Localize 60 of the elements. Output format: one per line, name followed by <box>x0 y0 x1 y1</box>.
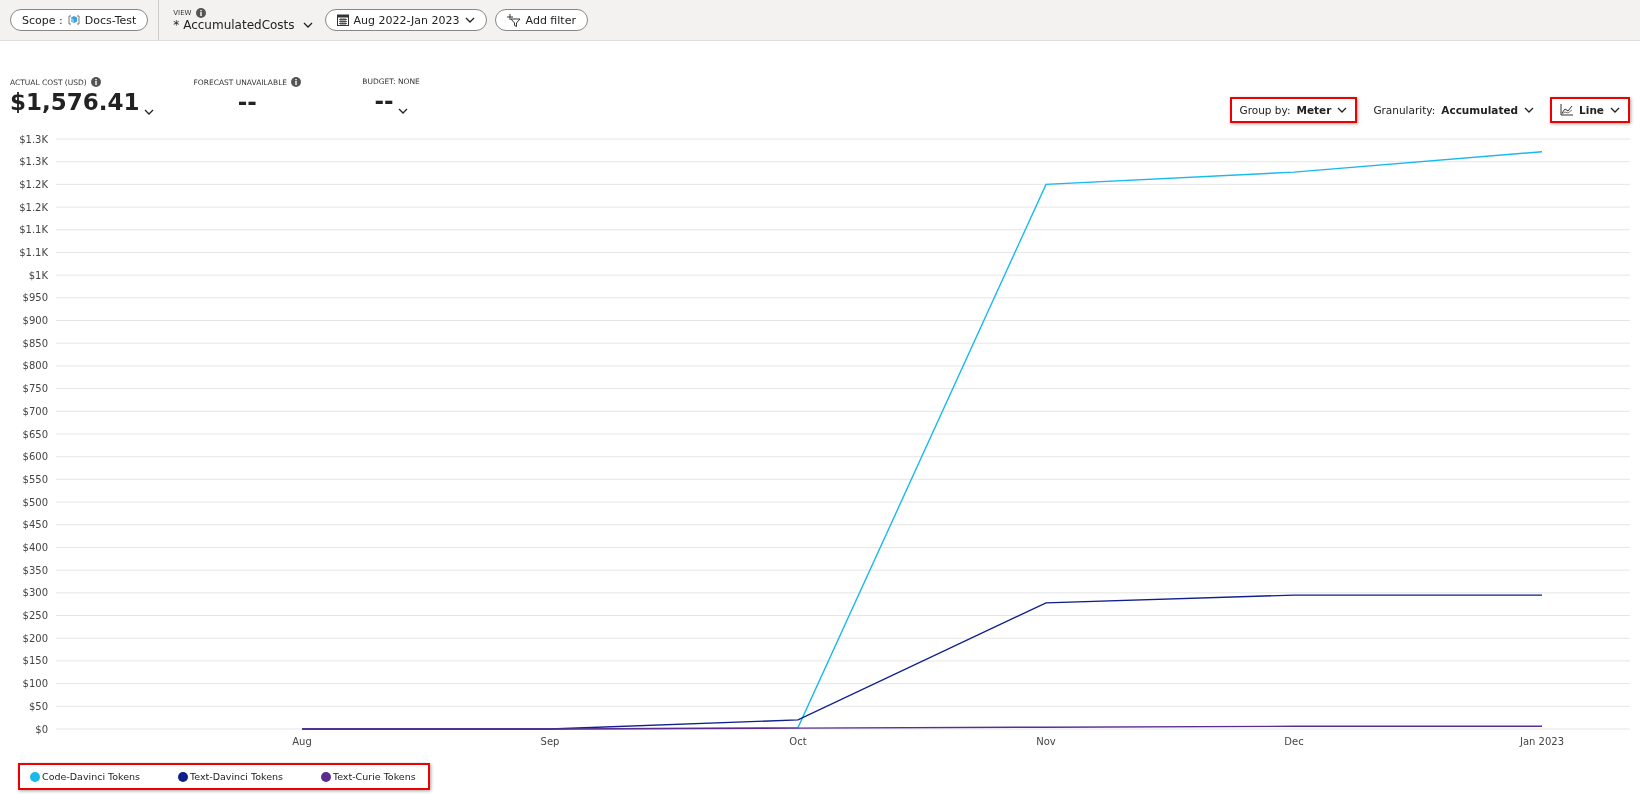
y-axis-label: $200 <box>22 632 48 644</box>
y-axis-label: $550 <box>22 473 48 485</box>
kpi-value: -- <box>374 88 394 114</box>
group-by-dropdown[interactable]: Group by: Meter <box>1229 97 1358 123</box>
y-axis-label: $450 <box>22 519 48 531</box>
y-axis-label: $1.1K <box>19 224 48 236</box>
y-axis-label: $1.2K <box>19 178 48 190</box>
y-axis-label: $1.3K <box>19 133 48 145</box>
granularity-dropdown[interactable]: Granularity: Accumulated <box>1363 97 1545 123</box>
y-axis-label: $400 <box>22 541 48 553</box>
legend-label: Code-Davinci Tokens <box>42 771 141 782</box>
y-axis-label: $600 <box>22 451 48 463</box>
y-axis-label: $1.3K <box>19 156 48 168</box>
line-chart-icon <box>1560 104 1574 116</box>
y-axis-label: $0 <box>35 723 48 735</box>
x-axis-label: Aug <box>292 736 312 747</box>
calendar-icon <box>336 14 349 26</box>
x-axis-label: Jan 2023 <box>1520 736 1564 747</box>
y-axis-label: $150 <box>22 655 48 667</box>
y-axis-label: $100 <box>22 678 48 690</box>
chevron-down-icon <box>143 109 154 115</box>
info-icon <box>291 77 302 87</box>
y-axis-label: $250 <box>22 610 48 622</box>
y-axis-label: $350 <box>22 564 48 576</box>
y-axis-label: $300 <box>22 587 48 599</box>
y-axis-label: $1.1K <box>19 246 48 258</box>
legend-label: Text-Curie Tokens <box>332 771 416 782</box>
view-dropdown[interactable]: * AccumulatedCosts <box>173 18 313 32</box>
x-axis-label: Dec <box>1284 736 1304 747</box>
y-axis-label: $850 <box>22 337 48 349</box>
legend-label: Text-Davinci Tokens <box>190 771 283 782</box>
x-axis-label: Nov <box>1036 736 1056 747</box>
chevron-down-icon <box>397 108 408 114</box>
y-axis-label: $950 <box>22 292 48 304</box>
y-axis-label: $800 <box>22 360 48 372</box>
info-icon <box>90 77 101 87</box>
cube-icon <box>67 14 80 26</box>
chevron-down-icon <box>1610 107 1620 113</box>
chevron-down-icon <box>1524 107 1535 113</box>
kpi-value: $1,576.41 <box>10 89 140 115</box>
scope-button[interactable]: Scope : Docs-Test <box>10 9 149 31</box>
y-axis-label: $500 <box>22 496 48 508</box>
chevron-down-icon <box>1337 107 1348 113</box>
x-axis-label: Oct <box>789 736 807 747</box>
info-icon <box>195 8 206 18</box>
chart-type-dropdown[interactable]: Line <box>1550 97 1630 123</box>
y-axis-label: $700 <box>22 405 48 417</box>
y-axis-label: $50 <box>28 700 48 712</box>
y-axis-label: $1.2K <box>19 201 48 213</box>
y-axis-label: $900 <box>22 315 48 327</box>
date-range-button[interactable]: Aug 2022-Jan 2023 <box>324 9 487 31</box>
add-filter-button[interactable]: Add filter <box>494 9 588 31</box>
x-axis-label: Sep <box>540 736 560 747</box>
y-axis-label: $650 <box>22 428 48 440</box>
y-axis-label: $1K <box>28 269 48 281</box>
y-axis-label: $750 <box>22 383 48 395</box>
kpi-value: -- <box>237 89 257 115</box>
add-filter-icon <box>506 13 521 27</box>
chevron-down-icon <box>302 22 313 28</box>
chevron-down-icon <box>464 17 475 23</box>
